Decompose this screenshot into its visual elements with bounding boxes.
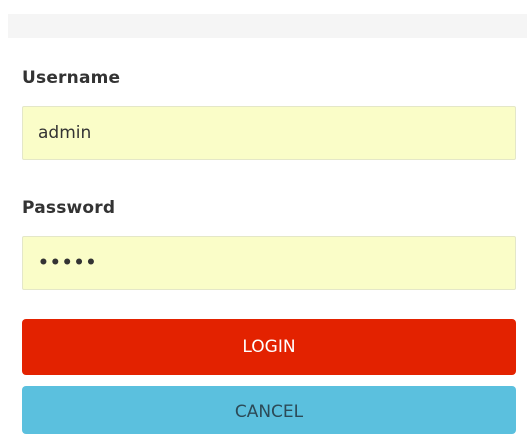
- password-label: Password: [22, 198, 116, 218]
- username-input[interactable]: [22, 106, 516, 160]
- username-label: Username: [22, 68, 121, 88]
- cancel-button[interactable]: CANCEL: [22, 386, 516, 434]
- login-button[interactable]: LOGIN: [22, 319, 516, 375]
- login-form: Username Password LOGIN CANCEL: [0, 0, 527, 434]
- password-input[interactable]: [22, 236, 516, 290]
